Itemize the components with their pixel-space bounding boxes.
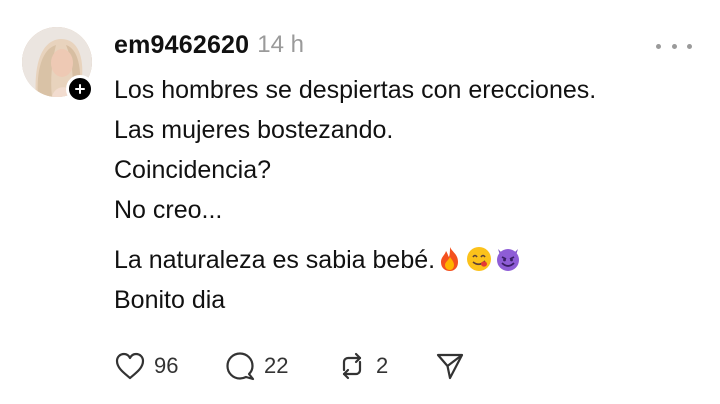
post-header: em9462620 14 h [114, 28, 304, 62]
like-button[interactable]: 96 [114, 351, 224, 381]
post-line: La naturaleza es sabia bebé. [114, 246, 436, 274]
username[interactable]: em9462620 [114, 31, 249, 60]
post-line-with-emoji: La naturaleza es sabia bebé. [114, 240, 704, 280]
post-line: Los hombres se despiertas con erecciones… [114, 76, 597, 104]
yum-emoji [465, 245, 493, 285]
repost-count: 2 [376, 353, 389, 378]
comment-icon [224, 350, 256, 382]
like-count: 96 [154, 353, 179, 378]
post: em9462620 14 h Los hombres se despiertas… [0, 0, 720, 404]
follow-plus-icon[interactable] [66, 75, 94, 103]
share-button[interactable] [434, 350, 466, 382]
smiling-devil-emoji [494, 245, 522, 285]
repost-icon [336, 350, 368, 382]
post-line: No creo... [114, 196, 223, 224]
heart-icon [114, 351, 146, 381]
share-icon [434, 350, 466, 382]
avatar-container [22, 27, 94, 103]
more-icon[interactable] [656, 38, 692, 54]
post-line: Las mujeres bostezando. [114, 116, 394, 144]
post-line: Coincidencia? [114, 156, 272, 184]
reply-count: 22 [264, 353, 289, 378]
reply-button[interactable]: 22 [224, 350, 336, 382]
timestamp: 14 h [257, 31, 304, 58]
repost-button[interactable]: 2 [336, 350, 434, 382]
post-body: Los hombres se despiertas con erecciones… [114, 70, 704, 320]
action-bar: 96 22 2 [114, 348, 466, 384]
fire-emoji [436, 245, 464, 285]
post-line: Bonito dia [114, 286, 226, 314]
